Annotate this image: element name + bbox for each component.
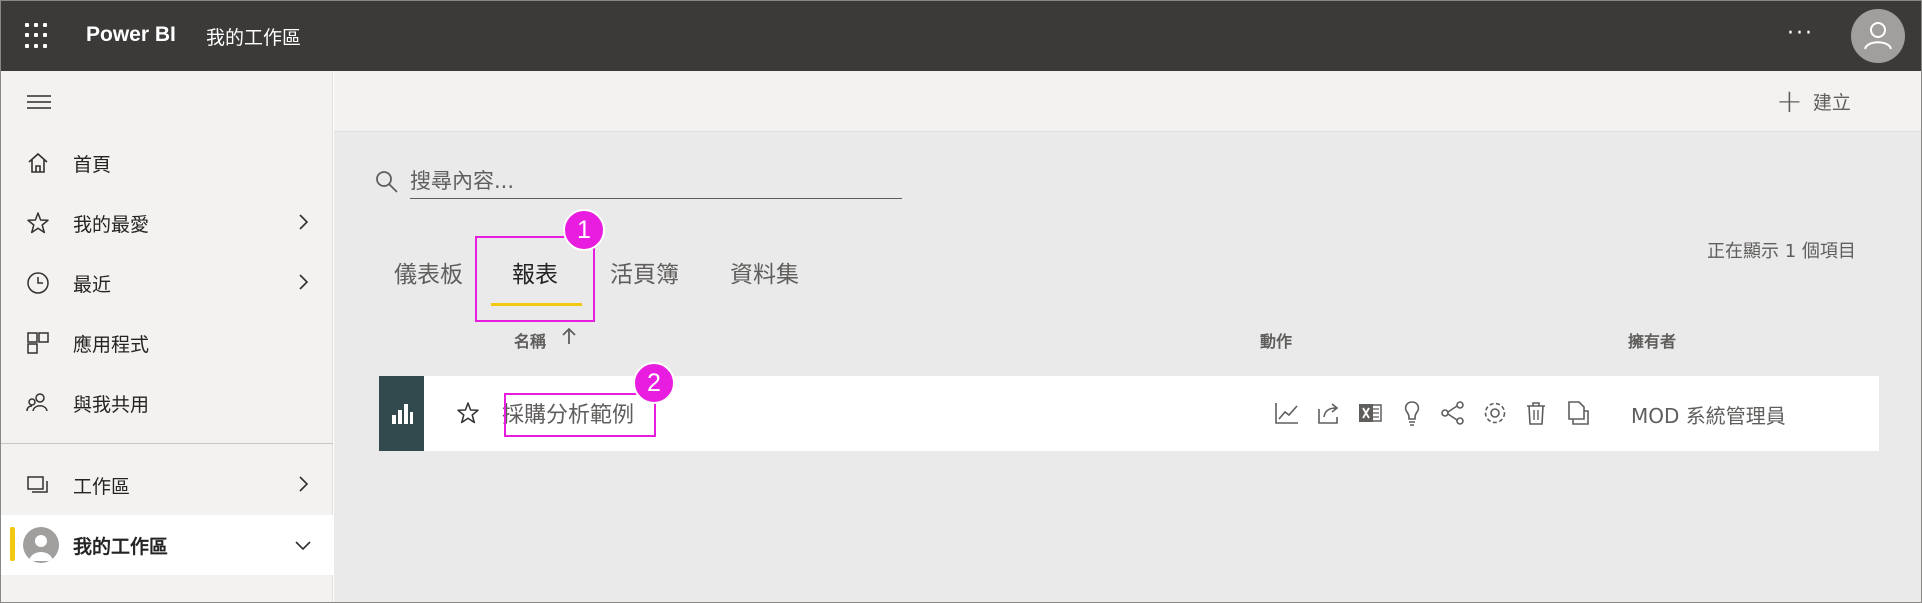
- tab-dashboards[interactable]: 儀表板: [394, 255, 463, 289]
- owner-name: MOD 系統管理員: [1631, 404, 1786, 428]
- nav-item-label: 與我共用: [73, 394, 150, 416]
- nav-item-recent[interactable]: 最近: [1, 257, 333, 307]
- column-header-name[interactable]: 名稱: [514, 328, 546, 352]
- account-avatar[interactable]: [1851, 9, 1905, 63]
- shared-icon: [26, 393, 48, 412]
- sort-ascending-icon[interactable]: [561, 327, 577, 345]
- nav-item-my-workspace[interactable]: 我的工作區: [1, 515, 333, 575]
- hamburger-menu-icon[interactable]: [27, 95, 51, 113]
- share-icon[interactable]: [1315, 399, 1343, 427]
- command-bar: + 建立: [334, 71, 1921, 132]
- nav-divider: [1, 443, 333, 444]
- report-icon: [392, 404, 413, 424]
- excel-icon[interactable]: [1356, 399, 1384, 427]
- nav-item-workspaces[interactable]: 工作區: [1, 459, 333, 509]
- nav-item-shared[interactable]: 與我共用: [1, 377, 333, 427]
- item-count: 正在顯示 1 個項目: [1707, 241, 1856, 262]
- tab-datasets[interactable]: 資料集: [730, 255, 799, 289]
- create-button[interactable]: + 建立: [1776, 85, 1851, 117]
- home-icon: [28, 152, 48, 173]
- person-icon: [29, 535, 53, 561]
- nav-item-home[interactable]: 首頁: [1, 137, 333, 187]
- person-icon: [1864, 22, 1892, 50]
- chevron-right-icon: [299, 274, 309, 290]
- apps-icon: [27, 332, 49, 354]
- tab-workbooks[interactable]: 活頁簿: [610, 255, 679, 289]
- app-window: Power BI 我的工作區 ··· 首頁 我的最愛 最近 應用程式 與我共用 …: [0, 0, 1922, 603]
- nav-item-label: 最近: [73, 274, 112, 296]
- top-bar: Power BI 我的工作區 ···: [1, 1, 1921, 71]
- callout-highlight-report-name: [504, 393, 656, 437]
- clock-icon: [27, 272, 49, 294]
- analytics-icon[interactable]: [1273, 399, 1301, 427]
- nav-item-label: 我的最愛: [73, 214, 150, 236]
- workspace-title: 我的工作區: [206, 27, 302, 49]
- workspaces-icon: [27, 476, 48, 493]
- favorite-star-icon[interactable]: [455, 400, 481, 426]
- app-name[interactable]: Power BI: [86, 23, 176, 47]
- settings-icon[interactable]: [1481, 399, 1509, 427]
- column-header-owner[interactable]: 擁有者: [1628, 328, 1676, 352]
- chevron-right-icon: [299, 476, 309, 492]
- nav-item-label: 首頁: [73, 154, 112, 176]
- row-actions: [1273, 399, 1605, 427]
- more-options-icon[interactable]: ···: [1787, 21, 1814, 46]
- save-copy-icon[interactable]: [1564, 399, 1592, 427]
- create-label: 建立: [1812, 91, 1851, 114]
- main-content: + 建立 儀表板 報表 活頁簿 資料集 1 正在顯示 1 個項目 名稱 動作 擁…: [334, 71, 1921, 602]
- chevron-right-icon: [299, 214, 309, 230]
- workspace-avatar: [23, 527, 59, 563]
- insights-icon[interactable]: [1398, 399, 1426, 427]
- star-icon: [27, 212, 49, 234]
- search-input[interactable]: [410, 163, 902, 199]
- nav-item-apps[interactable]: 應用程式: [1, 317, 333, 367]
- related-content-icon[interactable]: [1439, 399, 1467, 427]
- nav-item-favorites[interactable]: 我的最愛: [1, 197, 333, 247]
- callout-badge-1: 1: [563, 209, 605, 251]
- column-header-actions: 動作: [1260, 332, 1293, 351]
- search-box: [374, 161, 904, 203]
- app-launcher-icon[interactable]: [25, 23, 51, 49]
- search-icon: [376, 171, 398, 193]
- report-type-tile: [379, 376, 424, 451]
- left-navigation: 首頁 我的最愛 最近 應用程式 與我共用 工作區 我的工作區: [1, 71, 333, 602]
- callout-badge-2: 2: [633, 362, 675, 404]
- chevron-down-icon: [295, 541, 311, 551]
- nav-item-label: 我的工作區: [73, 536, 169, 558]
- nav-item-label: 工作區: [73, 476, 131, 498]
- nav-item-label: 應用程式: [73, 334, 150, 356]
- delete-icon[interactable]: [1522, 399, 1550, 427]
- plus-icon: +: [1776, 82, 1803, 120]
